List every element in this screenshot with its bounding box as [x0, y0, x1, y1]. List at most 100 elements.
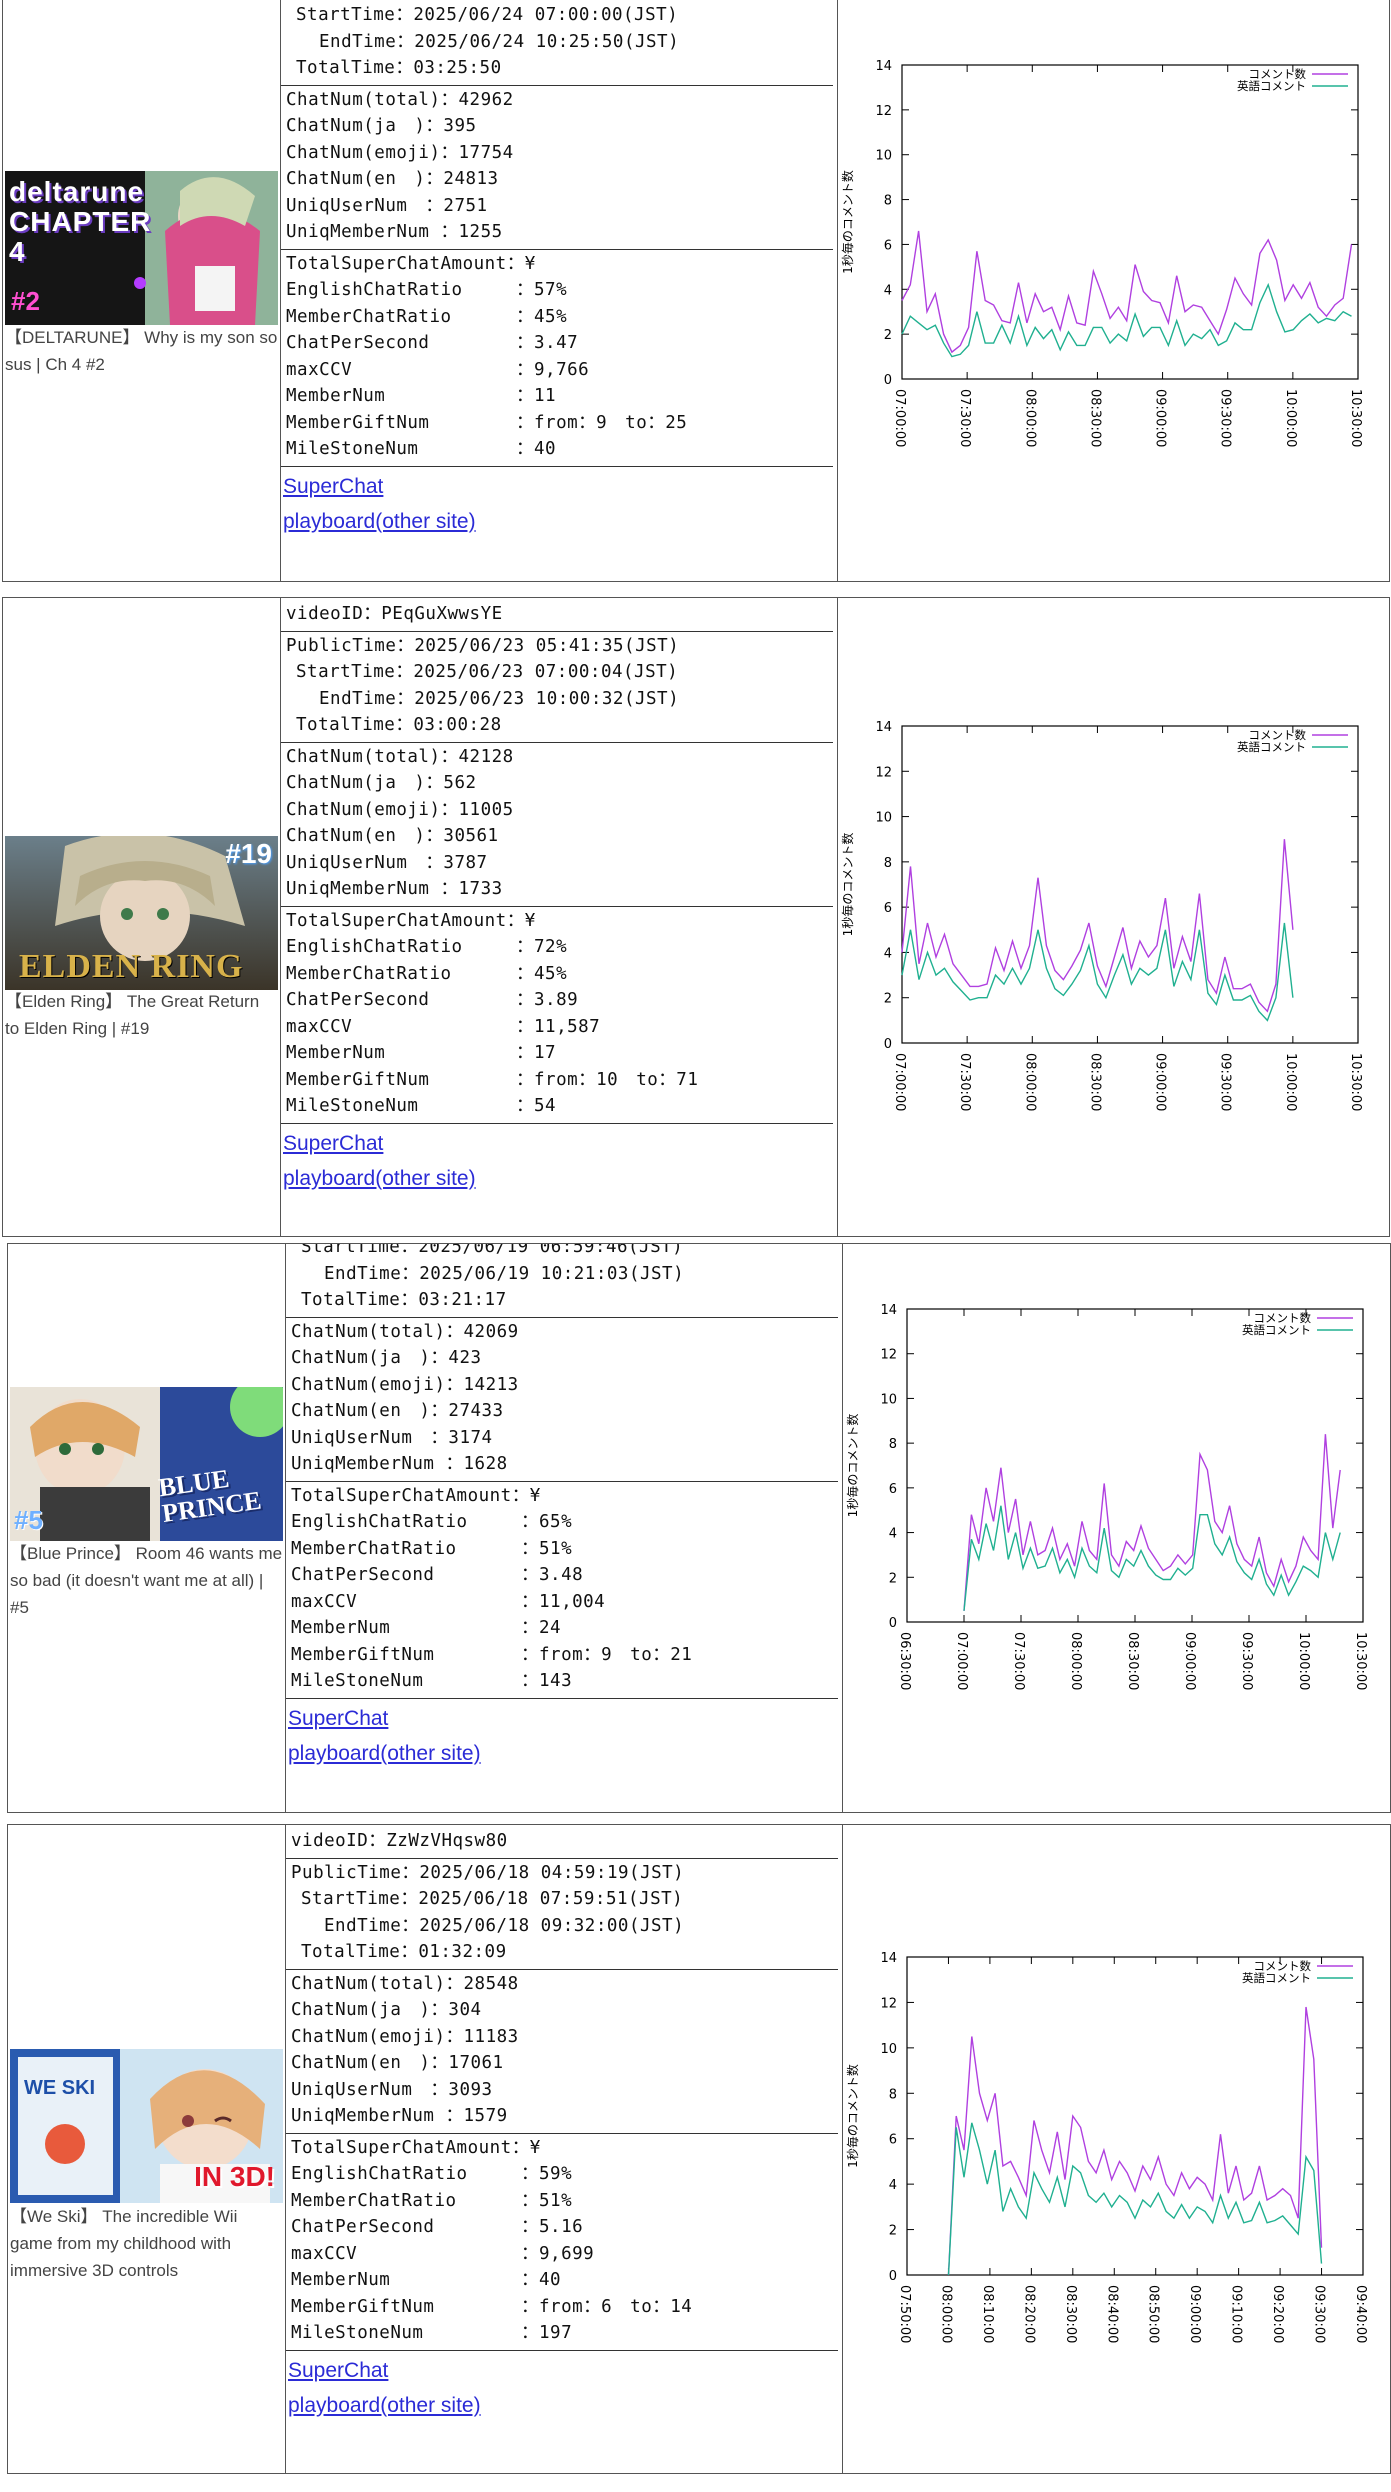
y-tick-label: 4: [884, 946, 892, 961]
max-ccv: ：11,004: [521, 1591, 606, 1612]
x-tick-label: 08:30:00: [1087, 389, 1102, 447]
stream-card: ELDEN RING #19 【Elden Ring】 The Great Re…: [2, 597, 1390, 1237]
stream-thumbnail[interactable]: deltarune CHAPTER 4 #2: [5, 171, 278, 325]
label-uniqusernum: UniqUserNum ：: [286, 195, 444, 216]
label-uniqmembernum: UniqMemberNum ：: [286, 222, 459, 242]
y-tick-label: 14: [880, 1951, 897, 1966]
x-tick-label: 10:00:00: [1296, 1632, 1311, 1690]
label-membernum: MemberNum: [291, 2270, 391, 2290]
max-ccv: ：11,587: [516, 1016, 601, 1037]
label-milestone: MileStoneNum: [291, 2323, 424, 2343]
y-tick-label: 8: [884, 856, 892, 871]
end-time: 2025/06/24 10:25:50(JST): [414, 31, 680, 52]
chart-area: 0 2 4 6 8 10 12 14 07:00:00 07:30:00 08:00:00 08:30…: [838, 598, 1389, 1236]
start-time: 2025/06/24 07:00:00(JST): [413, 5, 679, 25]
thumbnail-badge: #19: [225, 838, 272, 869]
label-publictime: PublicTime：: [291, 1862, 420, 1883]
label-maxccv: maxCCV: [291, 1591, 358, 1612]
x-tick-label: 09:10:00: [1229, 2285, 1244, 2343]
uniq-member-num: 1733: [458, 879, 503, 899]
playboard-link[interactable]: playboard(other site): [288, 2388, 842, 2423]
x-tick-label: 07:30:00: [957, 1053, 972, 1111]
stream-title[interactable]: 【We Ski】 The incredible Wii game from my…: [10, 2203, 283, 2284]
label-membergift: MemberGiftNum: [291, 1644, 435, 1665]
total-time: 03:00:28: [413, 715, 502, 735]
playboard-link[interactable]: playboard(other site): [283, 504, 837, 539]
superchat-link[interactable]: SuperChat: [283, 1126, 837, 1161]
stream-card: deltarune CHAPTER 4 #2 【DELTARUNE】 Why i…: [2, 0, 1390, 582]
chatnum-en: 17061: [448, 2053, 504, 2073]
time-section: PublicTime： 2025/06/18 04:59:19(JST) Star…: [286, 1859, 838, 1970]
chatnum-en: 30561: [443, 826, 499, 846]
label-totaltime: TotalTime：: [301, 1942, 419, 1962]
x-tick-label: 09:30:00: [1218, 389, 1233, 447]
label-totaltime: TotalTime：: [296, 715, 414, 735]
time-section: PublicTime： 2025/06/23 05:41:35(JST) Star…: [281, 632, 833, 743]
label-chat-per-second: ChatPerSecond: [286, 333, 430, 353]
label-starttime: StartTime：: [296, 5, 414, 25]
uniq-user-num: 3787: [443, 852, 488, 873]
chatnum-en: 27433: [448, 1401, 504, 1421]
thumbnail-column: ELDEN RING #19 【Elden Ring】 The Great Re…: [3, 598, 281, 1236]
y-tick-label: 4: [889, 2178, 897, 2193]
x-tick-label: 07:50:00: [897, 2285, 912, 2343]
chat-per-second: ：3.89: [516, 990, 579, 1010]
member-gift-num: ：from：9 to：25: [516, 412, 688, 433]
stream-thumbnail[interactable]: ELDEN RING #19: [5, 836, 278, 990]
label-english-ratio: EnglishChatRatio: [291, 2164, 468, 2184]
y-tick-label: 0: [884, 1037, 892, 1052]
stream-title[interactable]: 【DELTARUNE】 Why is my son so sus | Ch 4 …: [5, 324, 278, 378]
uniq-member-num: 1628: [463, 1454, 508, 1474]
y-axis-label: 1秒毎のコメント数: [845, 1414, 860, 1518]
x-tick-label: 08:20:00: [1021, 2285, 1036, 2343]
english-chat-ratio: ：72%: [516, 937, 568, 957]
video-id[interactable]: ZzWzVHqsw80: [386, 1828, 507, 1855]
stream-thumbnail[interactable]: BLUE PRINCE #5: [10, 1387, 283, 1541]
superchat-link[interactable]: SuperChat: [283, 469, 837, 504]
video-id[interactable]: PEqGuXwwsYE: [381, 601, 502, 628]
stream-thumbnail[interactable]: WE SKI IN 3D!: [10, 2049, 283, 2203]
x-tick-label: 07:00:00: [954, 1632, 969, 1690]
thumbnail-badge: IN 3D!: [194, 2161, 275, 2192]
x-tick-label: 10:30:00: [1353, 1632, 1368, 1690]
x-tick-label: 08:30:00: [1087, 1053, 1102, 1111]
superchat-link[interactable]: SuperChat: [288, 2353, 842, 2388]
label-chatnum-en: ChatNum(en )：: [291, 1401, 449, 1421]
label-member-ratio: MemberChatRatio: [291, 2190, 457, 2211]
thumbnail-column: BLUE PRINCE #5 【Blue Prince】 Room 46 wan…: [8, 1244, 286, 1812]
thumbnail-column: WE SKI IN 3D! 【We Ski】 The incredible Wi…: [8, 1825, 286, 2473]
label-maxccv: maxCCV: [286, 359, 353, 380]
y-tick-label: 12: [880, 1348, 897, 1363]
y-tick-label: 8: [889, 2087, 897, 2102]
comment-chart: 0 2 4 6 8 10 12 14 07:50:00 08:00:00 08:10:00 08:20…: [845, 1951, 1368, 2343]
x-tick-label: 10:30:00: [1348, 389, 1363, 447]
label-superchat-amount: TotalSuperChatAmount：: [286, 253, 525, 274]
label-chatnum-en: ChatNum(en )：: [291, 2053, 449, 2073]
label-english-ratio: EnglishChatRatio: [286, 937, 463, 957]
superchat-link[interactable]: SuperChat: [288, 1701, 842, 1736]
end-time: 2025/06/23 10:00:32(JST): [414, 688, 680, 709]
stream-title[interactable]: 【Blue Prince】 Room 46 wants me so bad (i…: [10, 1540, 283, 1621]
total-time: 03:21:17: [418, 1290, 507, 1310]
label-chatnum-total: ChatNum(total)：: [286, 746, 459, 767]
x-tick-label: 09:30:00: [1239, 1632, 1254, 1690]
y-tick-label: 6: [884, 901, 892, 916]
chatnum-total: 42069: [463, 1321, 519, 1342]
playboard-link[interactable]: playboard(other site): [283, 1161, 837, 1196]
end-time: 2025/06/18 09:32:00(JST): [419, 1915, 685, 1936]
y-tick-label: 0: [889, 1616, 897, 1631]
x-tick-label: 07:30:00: [1011, 1632, 1026, 1690]
chatnum-emoji: 11005: [458, 799, 514, 820]
y-axis-label: 1秒毎のコメント数: [845, 2064, 860, 2168]
member-gift-num: ：from：10 to：71: [516, 1069, 699, 1090]
playboard-link[interactable]: playboard(other site): [288, 1736, 842, 1771]
label-superchat-amount: TotalSuperChatAmount：: [286, 910, 525, 931]
stream-title[interactable]: 【Elden Ring】 The Great Return to Elden R…: [5, 988, 278, 1042]
chatnum-ja: 423: [448, 1348, 482, 1368]
legend-label: 英語コメント: [1237, 79, 1306, 93]
y-tick-label: 2: [884, 328, 892, 343]
y-tick-label: 2: [889, 1571, 897, 1586]
comment-chart: 0 2 4 6 8 10 12 14 07:00:00 07:30:00 08:00:00 08:30…: [840, 59, 1363, 447]
stats-column: StartTime： 2025/06/24 07:00:00(JST) EndTi…: [281, 0, 838, 581]
label-member-ratio: MemberChatRatio: [286, 963, 452, 984]
